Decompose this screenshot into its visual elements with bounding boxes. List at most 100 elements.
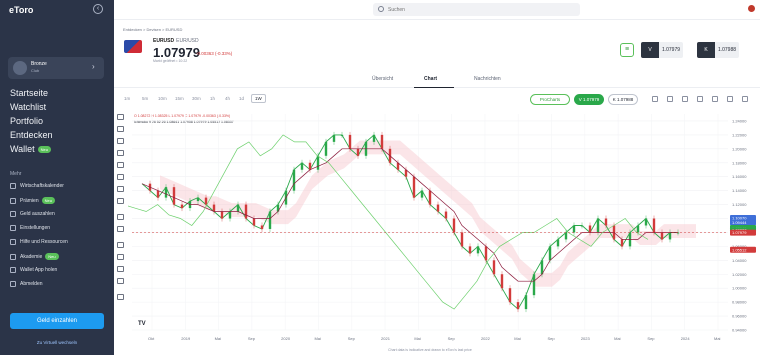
share-icon[interactable] (727, 96, 733, 102)
candle-body (620, 239, 624, 247)
forecast-icon[interactable] (117, 186, 124, 192)
indicators-icon[interactable] (667, 96, 673, 102)
text-icon[interactable] (117, 162, 124, 168)
sidebar-item-wallet-app[interactable]: Wallet App holen (10, 267, 57, 273)
lock-icon[interactable] (117, 254, 124, 260)
timeframe-1w[interactable]: 1W (251, 94, 266, 103)
draw-icon[interactable] (652, 96, 658, 102)
x-tick-label: Mai (514, 336, 521, 341)
sell-button[interactable]: V 1.07979 (641, 42, 683, 58)
sidebar-item-praemien[interactable]: Prämien Neu (10, 197, 55, 204)
candle-body (348, 134, 352, 149)
price-tag-label: 1.07979 (732, 230, 747, 235)
sidebar-item-watchlist[interactable]: Watchlist (10, 102, 46, 112)
timeframe-30m[interactable]: 30m (192, 96, 201, 101)
tab-news[interactable]: Nachrichten (474, 76, 501, 82)
chart-footnote: Chart data is indicative and drawn to eT… (388, 348, 472, 352)
fib-icon[interactable] (117, 138, 124, 144)
candle-body (412, 176, 416, 198)
withdraw-icon (10, 211, 16, 217)
timeframe-15m[interactable]: 15m (175, 96, 184, 101)
timeframe-5m[interactable]: 5m (142, 96, 148, 101)
sidebar-item-einstellungen[interactable]: Einstellungen (10, 225, 50, 231)
sidebar-item-entdecken[interactable]: Entdecken (10, 130, 53, 140)
candle-body (252, 218, 256, 226)
candle-body (500, 274, 504, 289)
active-tab-indicator (414, 87, 454, 88)
ichimoku-cloud (160, 140, 696, 287)
x-tick-label: 2023 (581, 336, 591, 341)
emoji-icon[interactable] (117, 198, 124, 204)
y-tick-label: 1.14000 (732, 188, 747, 193)
notification-bell-icon[interactable] (748, 5, 755, 12)
magnet-icon[interactable] (117, 242, 124, 248)
watchlist-toggle-button[interactable]: ≡ (620, 43, 634, 57)
sidebar-item-abmelden[interactable]: Abmelden (10, 281, 43, 287)
chart-buy-pill[interactable]: K 1.07988 (608, 94, 638, 105)
profile-card[interactable]: Bronze Club › (8, 57, 104, 79)
logout-icon (10, 281, 16, 287)
etoro-logo[interactable]: eToro (9, 5, 33, 15)
new-badge: Neu (37, 146, 52, 154)
brush-icon[interactable] (117, 150, 124, 156)
sidebar-item-wirtschaftskalender[interactable]: Wirtschaftskalender (10, 183, 64, 189)
candle-body (468, 246, 472, 254)
instrument-symbol: EURUSD EUR/USD (153, 38, 199, 44)
pattern-icon[interactable] (117, 174, 124, 180)
breadcrumb[interactable]: Entdecken > Devisen > EURUSD (123, 27, 182, 32)
sidebar-item-startseite[interactable]: Startseite (10, 88, 48, 98)
candle-body (660, 232, 664, 240)
search-input[interactable] (373, 3, 580, 16)
x-tick-label: 2021 (381, 336, 391, 341)
sidebar-item-portfolio[interactable]: Portfolio (10, 116, 43, 126)
x-tick-label: Sep (348, 336, 356, 341)
tab-overview[interactable]: Übersicht (372, 76, 393, 82)
timeframe-1m[interactable]: 1m (124, 96, 130, 101)
buy-button[interactable]: K 1.07988 (697, 42, 739, 58)
x-tick-label: Sep (647, 336, 655, 341)
eye-icon[interactable] (117, 278, 124, 284)
x-tick-label: Okt (148, 336, 155, 341)
sidebar-item-wallet[interactable]: Wallet Neu (10, 144, 52, 154)
chevron-right-icon: › (92, 62, 95, 71)
procharts-button[interactable]: ProCharts (530, 94, 570, 105)
candles-icon[interactable] (697, 96, 703, 102)
sidebar-item-geld-auszahlen[interactable]: Geld auszahlen (10, 211, 55, 217)
crosshair-icon[interactable] (117, 114, 124, 120)
expand-icon[interactable] (742, 96, 748, 102)
candle-body (420, 190, 424, 198)
candle-body (636, 225, 640, 233)
trash-icon[interactable] (117, 294, 124, 300)
candle-body (436, 204, 440, 212)
x-tick-label: Sep (548, 336, 556, 341)
x-tick-label: Sep (248, 336, 256, 341)
trendline-icon[interactable] (117, 126, 124, 132)
new-badge: Neu (45, 253, 59, 260)
compare-icon[interactable] (682, 96, 688, 102)
collapse-sidebar-icon[interactable]: ‹ (93, 4, 103, 14)
ruler-icon[interactable] (117, 214, 124, 220)
tab-chart[interactable]: Chart (424, 76, 437, 82)
candle-body (428, 190, 432, 205)
lock-all-icon[interactable] (117, 266, 124, 272)
timeframe-10m[interactable]: 10m (158, 96, 167, 101)
candle-body (516, 302, 520, 310)
y-tick-label: 1.18000 (732, 160, 747, 165)
market-status: Markt geöffnet • 10:22 (153, 59, 188, 63)
switch-virtual-link[interactable]: Zu Virtuell wechseln (10, 340, 104, 345)
timeframe-1d[interactable]: 1d (239, 96, 244, 101)
instrument-tabs: Übersicht Chart Nachrichten (114, 70, 760, 88)
price-chart[interactable]: 1.24000 1.22000 1.20000 1.18000 1.16000 1.140… (128, 108, 760, 348)
gift-icon (10, 197, 16, 204)
timeframe-4h[interactable]: 4h (225, 96, 230, 101)
sidebar-item-akademie[interactable]: Akademie Neu (10, 253, 59, 260)
camera-icon[interactable] (712, 96, 718, 102)
candle-body (300, 162, 304, 170)
zoom-icon[interactable] (117, 226, 124, 232)
candle-body (316, 155, 320, 170)
chart-sell-pill[interactable]: V 1.07979 (574, 94, 604, 105)
deposit-button[interactable]: Geld einzahlen (10, 313, 104, 329)
x-tick-label: Sep (448, 336, 456, 341)
timeframe-1h[interactable]: 1h (210, 96, 215, 101)
sidebar-item-hilfe[interactable]: Hilfe und Ressourcen (10, 239, 68, 245)
